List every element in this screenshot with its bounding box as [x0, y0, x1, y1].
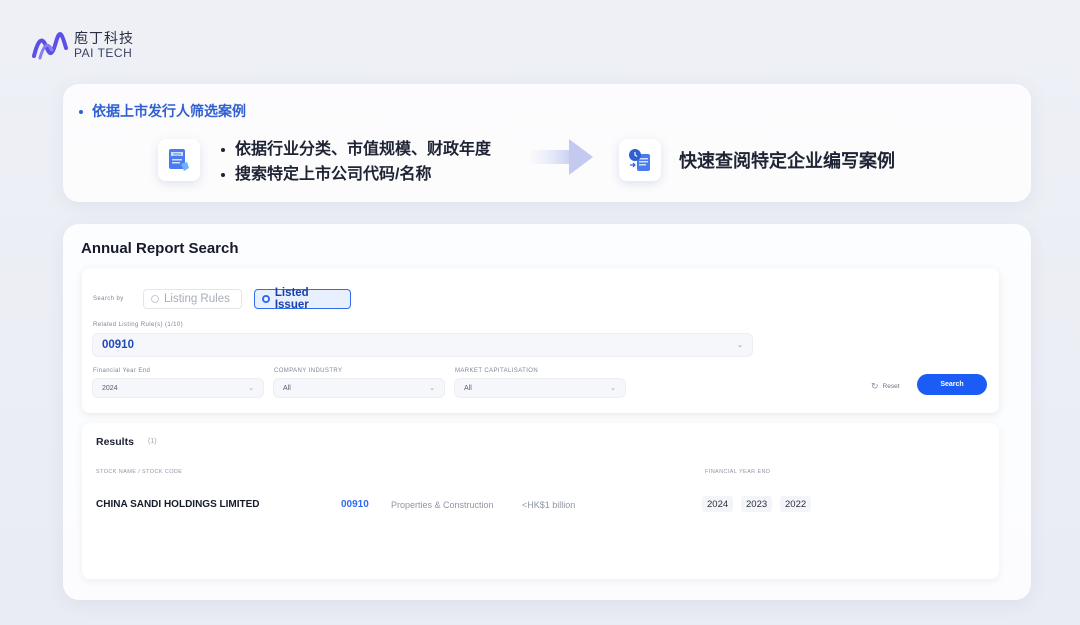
brand-logo: 庖丁科技 PAI TECH	[30, 30, 134, 62]
market-cap-label: MARKET CAPITALISATION	[455, 368, 539, 374]
year-chip-2024[interactable]: 2024	[702, 496, 734, 512]
radio-listing-rules[interactable]: Listing Rules	[143, 289, 242, 309]
search-by-label: Search by	[93, 296, 124, 302]
col-header-fye: FINANCIAL YEAR END	[705, 469, 771, 475]
search-button[interactable]: Search	[917, 374, 987, 395]
search-card: Search by Listing Rules Listed Issuer Re…	[82, 268, 999, 413]
financial-year-select[interactable]: 2024 ⌄	[92, 378, 264, 398]
col-header-stock: STOCK NAME / STOCK CODE	[96, 469, 183, 475]
stock-code-link[interactable]: 00910	[341, 499, 369, 510]
feature-bullet: 依据行业分类、市值规模、财政年度	[221, 137, 491, 162]
radio-circle-icon	[151, 295, 159, 303]
chevron-down-icon: ⌄	[610, 385, 616, 392]
pai-logo-icon	[32, 32, 68, 60]
industry-select[interactable]: All ⌄	[273, 378, 445, 398]
year-chip-2022[interactable]: 2022	[780, 496, 812, 512]
results-count: (1)	[148, 438, 157, 445]
chevron-down-icon: ⌄	[737, 342, 743, 349]
brand-name-en: PAI TECH	[74, 46, 133, 60]
reset-button[interactable]: ↻ Reset	[871, 381, 900, 392]
stock-code-select[interactable]: 00910 ⌄	[92, 333, 753, 357]
results-card: Results (1) STOCK NAME / STOCK CODE FINA…	[82, 423, 999, 579]
chevron-down-icon: ⌄	[248, 385, 254, 392]
feature-bullets: 依据行业分类、市值规模、财政年度 搜索特定上市公司代码/名称	[221, 137, 491, 187]
radio-selected-icon	[262, 295, 270, 303]
feature-bullet: 搜索特定上市公司代码/名称	[221, 162, 491, 187]
report-calendar-icon: 2024	[158, 139, 200, 181]
arrow-right-icon	[531, 139, 593, 175]
year-chip-2023[interactable]: 2023	[741, 496, 773, 512]
brand-name-cn: 庖丁科技	[74, 30, 134, 46]
fye-label: Financial Year End	[93, 368, 151, 374]
results-title: Results	[96, 436, 134, 448]
industry-label: COMPANY INDUSTRY	[274, 368, 343, 374]
market-cap-select[interactable]: All ⌄	[454, 378, 626, 398]
feature-right-text: 快速查阅特定企业编写案例	[679, 151, 895, 171]
bullet-dot	[79, 110, 83, 115]
radio-listed-issuer[interactable]: Listed Issuer	[254, 287, 351, 311]
feature-title: 依据上市发行人筛选案例	[79, 101, 246, 121]
industry-text: Properties & Construction	[391, 500, 494, 510]
feature-card: 依据上市发行人筛选案例 2024 依据行业分类、市值规模、财政年度 搜索特定上市…	[63, 84, 1031, 202]
listing-rule-label: Related Listing Rule(s) (1/10)	[93, 322, 184, 328]
chevron-down-icon: ⌄	[429, 385, 435, 392]
reset-icon: ↻	[871, 381, 879, 391]
market-cap-text: <HK$1 billion	[522, 500, 576, 510]
stock-name[interactable]: CHINA SANDI HOLDINGS LIMITED	[96, 499, 260, 510]
feature-title-text: 依据上市发行人筛选案例	[92, 103, 246, 119]
svg-text:2024: 2024	[173, 153, 181, 157]
document-clock-icon	[619, 139, 661, 181]
annual-report-panel: Annual Report Search Search by Listing R…	[63, 224, 1031, 600]
panel-title: Annual Report Search	[81, 240, 239, 257]
